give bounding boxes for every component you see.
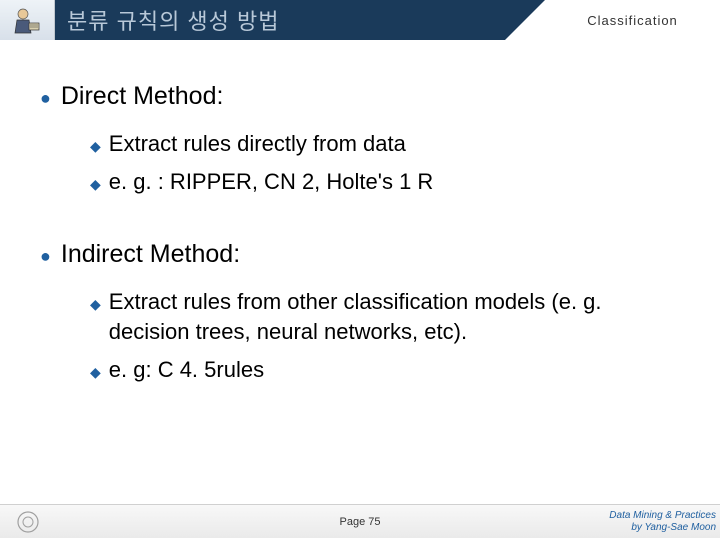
main-bullet-indirect: ● Indirect Method: — [40, 240, 690, 269]
footer-credit: Data Mining & Practices by Yang-Sae Moon — [609, 510, 716, 534]
credit-title: Data Mining & Practices — [609, 510, 716, 522]
slide-title: 분류 규칙의 생성 방법 — [67, 4, 280, 36]
category-label-box: Classification — [545, 0, 720, 40]
header-decorative-icon — [0, 0, 55, 40]
bullet-icon: ● — [40, 89, 51, 107]
sub-bullet-text: e. g. : RIPPER, CN 2, Holte's 1 R — [109, 167, 434, 197]
slide-content: ● Direct Method: ◆ Extract rules directl… — [0, 40, 720, 412]
slide-footer: Page 75 Data Mining & Practices by Yang-… — [0, 504, 720, 538]
sub-bullet: ◆ Extract rules directly from data — [90, 129, 690, 159]
diamond-icon: ◆ — [90, 137, 101, 157]
diamond-icon: ◆ — [90, 175, 101, 195]
sub-bullet: ◆ e. g: C 4. 5rules — [90, 355, 690, 385]
bullet-icon: ● — [40, 247, 51, 265]
diamond-icon: ◆ — [90, 363, 101, 383]
credit-author: by Yang-Sae Moon — [609, 522, 716, 534]
main-bullet-direct: ● Direct Method: — [40, 82, 690, 111]
footer-logo — [0, 505, 55, 538]
slide-header: 분류 규칙의 생성 방법 Classification — [0, 0, 720, 40]
sub-bullet: ◆ Extract rules from other classificatio… — [90, 287, 690, 346]
main-bullet-text: Direct Method: — [61, 82, 224, 111]
sub-bullet-text: Extract rules directly from data — [109, 129, 406, 159]
sub-bullet-text: Extract rules from other classification … — [109, 287, 669, 346]
slide-title-bar: 분류 규칙의 생성 방법 Classification — [55, 0, 720, 40]
diamond-icon: ◆ — [90, 295, 101, 315]
sub-bullet: ◆ e. g. : RIPPER, CN 2, Holte's 1 R — [90, 167, 690, 197]
main-bullet-text: Indirect Method: — [61, 240, 240, 269]
sub-bullet-text: e. g: C 4. 5rules — [109, 355, 264, 385]
category-label: Classification — [587, 13, 678, 28]
page-number: Page 75 — [340, 516, 381, 528]
